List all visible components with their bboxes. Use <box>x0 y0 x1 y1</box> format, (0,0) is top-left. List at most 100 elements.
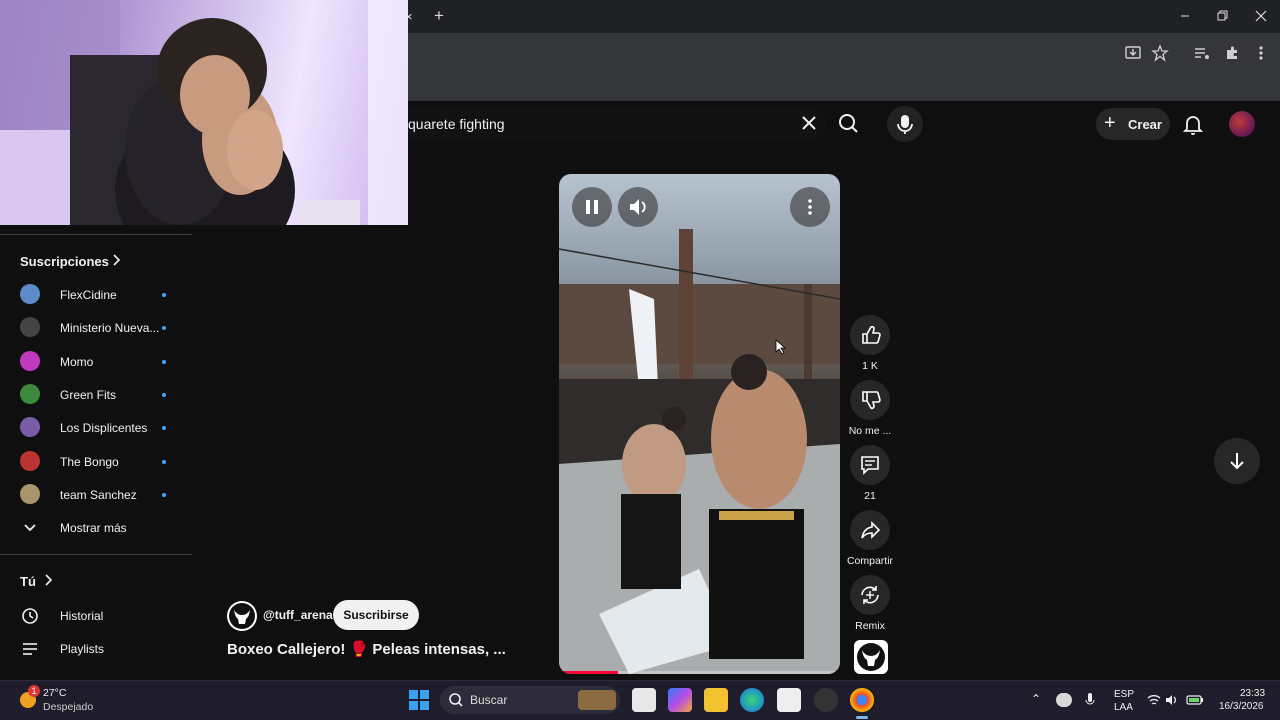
microphone-tray-icon[interactable] <box>1085 692 1095 708</box>
restore-icon[interactable] <box>1214 8 1230 24</box>
sidebar-item-green-fits[interactable]: Green Fits <box>0 378 192 411</box>
comment-count: 21 <box>864 490 876 502</box>
volume-icon <box>630 199 646 215</box>
channel-avatar[interactable] <box>227 601 257 631</box>
channel-name: The Bongo <box>60 455 119 469</box>
edge-browser-icon[interactable] <box>740 688 764 712</box>
windows-start-icon[interactable] <box>408 689 430 711</box>
bull-logo-icon <box>857 643 885 671</box>
dislike-button[interactable] <box>850 380 890 420</box>
search-button[interactable] <box>830 106 868 142</box>
account-avatar[interactable] <box>1229 111 1255 137</box>
chevron-right-icon <box>112 253 122 272</box>
like-button[interactable] <box>850 315 890 355</box>
weather-icon[interactable]: 1 <box>18 685 40 710</box>
channel-name: team Sanchez <box>60 488 137 502</box>
divider <box>0 234 192 235</box>
minimize-icon[interactable] <box>1177 8 1193 24</box>
sidebar-item-the-bongo[interactable]: The Bongo <box>0 445 192 478</box>
steam-icon[interactable] <box>814 688 838 712</box>
share-icon <box>861 521 881 539</box>
sidebar-item-history[interactable]: Historial <box>0 599 192 632</box>
video-more-options-button[interactable] <box>790 187 830 227</box>
next-video-button[interactable] <box>1214 438 1260 484</box>
media-control-icon[interactable] <box>1193 44 1211 62</box>
channel-avatar <box>20 351 40 371</box>
notifications-bell-icon[interactable] <box>1182 113 1204 135</box>
playlists-icon <box>20 639 40 659</box>
plus-icon: + <box>1104 112 1116 134</box>
thumbs-up-icon <box>862 325 881 344</box>
search-icon <box>449 693 463 707</box>
microphone-icon <box>897 115 913 134</box>
channel-avatar <box>20 284 40 304</box>
chevron-down-icon <box>20 518 40 538</box>
video-progress-fill <box>559 671 618 674</box>
like-count: 1 K <box>862 360 878 372</box>
video-progress-bar[interactable] <box>559 671 840 674</box>
sidebar-item-los-displicentes[interactable]: Los Displicentes <box>0 411 192 444</box>
show-more-button[interactable]: Mostrar más <box>0 511 192 544</box>
comments-button[interactable] <box>850 445 890 485</box>
history-icon <box>20 606 40 626</box>
new-content-dot <box>162 393 166 397</box>
speaker-icon[interactable] <box>1165 693 1179 705</box>
battery-icon[interactable] <box>1186 693 1204 705</box>
mouse-cursor-icon <box>775 339 787 355</box>
sidebar-item-flexcidine[interactable]: FlexCidine <box>0 278 192 311</box>
search-query-text[interactable]: quarete fighting <box>408 116 505 132</box>
close-icon[interactable] <box>1253 8 1269 24</box>
sidebar-item-ministerio[interactable]: Ministerio Nueva... <box>0 311 192 344</box>
microsoft-store-icon[interactable] <box>777 688 801 712</box>
kebab-menu-icon[interactable] <box>1252 44 1270 62</box>
subscriptions-header[interactable]: Suscripciones <box>0 250 192 272</box>
taskbar-search-box[interactable]: Buscar <box>440 686 620 714</box>
taskbar-clock-time[interactable]: 23:33 <box>1240 688 1265 699</box>
keyboard-layout[interactable]: LAA <box>1114 702 1133 713</box>
channel-logo-thumbnail[interactable] <box>854 640 888 674</box>
video-frame-image <box>559 229 840 674</box>
sidebar-item-playlists[interactable]: Playlists <box>0 632 192 665</box>
wifi-icon[interactable] <box>1147 693 1161 705</box>
video-title[interactable]: Boxeo Callejero! 🥊 Peleas intensas, ... <box>227 640 506 658</box>
sidebar-item-momo[interactable]: Momo <box>0 345 192 378</box>
weather-desc: Despejado <box>43 701 94 713</box>
chrome-icon[interactable] <box>850 688 874 712</box>
new-content-dot <box>162 360 166 364</box>
you-section-header[interactable]: Tú <box>0 570 192 592</box>
channel-avatar <box>20 417 40 437</box>
voice-search-button[interactable] <box>887 106 923 142</box>
language-code[interactable]: ESP <box>1114 689 1134 700</box>
chevron-up-icon[interactable]: ⌃ <box>1031 692 1041 706</box>
create-label: Crear <box>1128 117 1162 132</box>
clear-search-icon[interactable] <box>800 114 818 132</box>
taskbar-clock-date[interactable]: 16/3/2026 <box>1219 701 1264 712</box>
pause-button[interactable] <box>572 187 612 227</box>
copilot-icon[interactable] <box>668 688 692 712</box>
task-view-icon[interactable] <box>632 688 656 712</box>
file-explorer-icon[interactable] <box>704 688 728 712</box>
share-label: Compartir <box>846 555 894 567</box>
remix-icon <box>861 586 879 604</box>
subscribe-button[interactable]: Suscribirse <box>333 600 419 630</box>
extensions-icon[interactable] <box>1223 44 1241 62</box>
create-button[interactable]: + Crear <box>1096 108 1170 140</box>
new-content-dot <box>162 293 166 297</box>
remix-button[interactable] <box>850 575 890 615</box>
short-video-player[interactable] <box>559 174 840 674</box>
show-more-label: Mostrar más <box>60 521 127 535</box>
channel-name: FlexCidine <box>60 288 117 302</box>
volume-button[interactable] <box>618 187 658 227</box>
install-app-icon[interactable] <box>1124 44 1142 62</box>
new-content-dot <box>162 326 166 330</box>
channel-handle[interactable]: @tuff_arena <box>263 608 333 622</box>
share-button[interactable] <box>850 510 890 550</box>
onedrive-icon[interactable] <box>1056 693 1072 707</box>
new-tab-button[interactable]: + <box>434 6 444 26</box>
channel-name: Momo <box>60 355 94 369</box>
pause-icon <box>586 200 598 214</box>
sidebar-item-team-sanchez[interactable]: team Sanchez <box>0 478 192 511</box>
comment-icon <box>861 456 879 475</box>
bookmark-star-icon[interactable] <box>1151 44 1169 62</box>
new-content-dot <box>162 426 166 430</box>
